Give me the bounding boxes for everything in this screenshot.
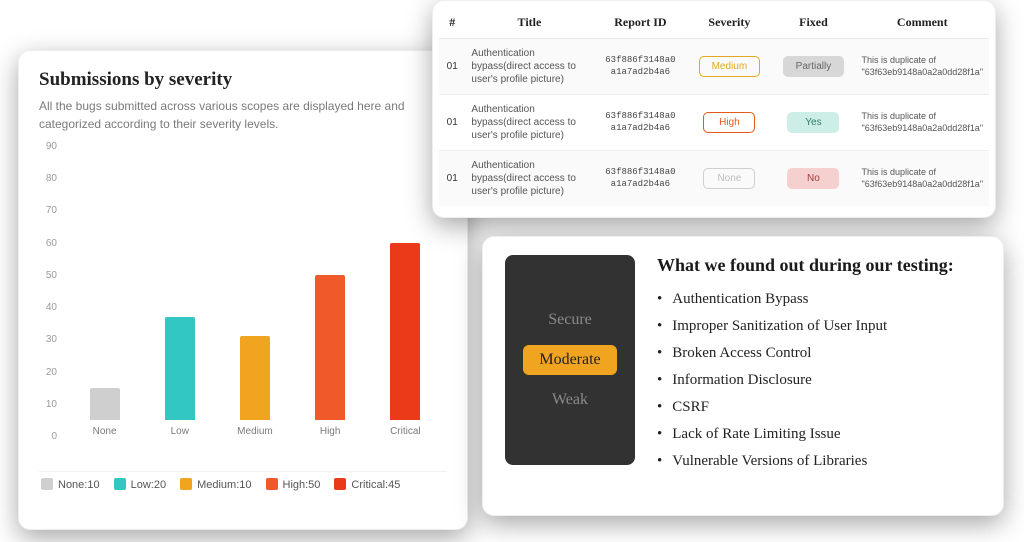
cell-index: 01 [439, 151, 465, 207]
cell-comment: This is duplicate of "63f63eb9148a0a2a0d… [856, 39, 990, 95]
bars-container: None Low Medium High Critical [67, 147, 443, 437]
bar-slot: High [299, 275, 361, 437]
legend-swatch [334, 478, 346, 490]
bar-low[interactable] [165, 317, 195, 420]
legend-item: Low:20 [114, 478, 166, 491]
bar-high[interactable] [315, 275, 345, 420]
findings-title: What we found out during our testing: [657, 255, 981, 276]
x-label: Low [171, 426, 189, 437]
bar-slot: Medium [224, 336, 286, 437]
findings-list-item: Authentication Bypass [657, 286, 981, 313]
table-header: Title [465, 7, 593, 39]
gauge-label-moderate: Moderate [523, 345, 616, 375]
legend-item: Medium:10 [180, 478, 251, 491]
chart-title: Submissions by severity [39, 69, 447, 91]
legend-item: High:50 [266, 478, 321, 491]
fixed-badge: Yes [787, 112, 839, 133]
cell-severity: None [687, 151, 771, 207]
legend-swatch [114, 478, 126, 490]
gauge-label-weak: Weak [552, 391, 588, 409]
legend-swatch [180, 478, 192, 490]
bar-slot: None [74, 388, 136, 437]
cell-severity: High [687, 95, 771, 151]
cell-title: Authentication bypass(direct access to u… [465, 95, 593, 151]
bar-none[interactable] [90, 388, 120, 420]
table-header: Report ID [593, 7, 687, 39]
chart-subtitle: All the bugs submitted across various sc… [39, 97, 447, 133]
findings-body: What we found out during our testing: Au… [657, 255, 981, 475]
cell-title: Authentication bypass(direct access to u… [465, 151, 593, 207]
bar-slot: Low [149, 317, 211, 437]
chart-card: Submissions by severity All the bugs sub… [18, 50, 468, 530]
findings-list-item: CSRF [657, 394, 981, 421]
table-header: Comment [856, 7, 990, 39]
table-row[interactable]: 01Authentication bypass(direct access to… [439, 39, 989, 95]
fixed-badge: No [787, 168, 839, 189]
findings-list-item: Vulnerable Versions of Libraries [657, 448, 981, 475]
cell-fixed: Yes [771, 95, 855, 151]
fixed-badge: Partially [783, 56, 845, 77]
cell-index: 01 [439, 39, 465, 95]
findings-list-item: Improper Sanitization of User Input [657, 313, 981, 340]
bar-critical[interactable] [390, 243, 420, 420]
cell-index: 01 [439, 95, 465, 151]
findings-list-item: Broken Access Control [657, 340, 981, 367]
x-label: High [320, 426, 341, 437]
cell-fixed: Partially [771, 39, 855, 95]
findings-card: Secure Moderate Weak What we found out d… [482, 236, 1004, 516]
bar-slot: Critical [374, 243, 436, 437]
bar-medium[interactable] [240, 336, 270, 420]
gauge-label-secure: Secure [548, 311, 592, 329]
legend-item: None:10 [41, 478, 100, 491]
legend-swatch [266, 478, 278, 490]
severity-badge: High [703, 112, 755, 133]
cell-severity: Medium [687, 39, 771, 95]
findings-list-item: Information Disclosure [657, 367, 981, 394]
cell-report-id: 63f886f3148a0a1a7ad2b4a6 [593, 95, 687, 151]
x-label: Critical [390, 426, 421, 437]
cell-comment: This is duplicate of "63f63eb9148a0a2a0d… [856, 151, 990, 207]
table-row[interactable]: 01Authentication bypass(direct access to… [439, 95, 989, 151]
chart-legend: None:10 Low:20 Medium:10 High:50 Critical:45 [39, 471, 447, 493]
findings-list: Authentication BypassImproper Sanitizati… [657, 286, 981, 475]
legend-swatch [41, 478, 53, 490]
submissions-table-card: #TitleReport IDSeverityFixedComment 01Au… [432, 0, 996, 218]
cell-title: Authentication bypass(direct access to u… [465, 39, 593, 95]
severity-badge: Medium [699, 56, 761, 77]
x-label: None [93, 426, 117, 437]
x-label: Medium [237, 426, 273, 437]
legend-item: Critical:45 [334, 478, 400, 491]
table-header: Fixed [771, 7, 855, 39]
table-header: Severity [687, 7, 771, 39]
chart-plot: 0102030405060708090NoneLowMediumHighCrit… [39, 147, 447, 467]
cell-report-id: 63f886f3148a0a1a7ad2b4a6 [593, 39, 687, 95]
cell-comment: This is duplicate of "63f63eb9148a0a2a0d… [856, 95, 990, 151]
severity-badge: None [703, 168, 755, 189]
table-row[interactable]: 01Authentication bypass(direct access to… [439, 151, 989, 207]
cell-report-id: 63f886f3148a0a1a7ad2b4a6 [593, 151, 687, 207]
findings-list-item: Lack of Rate Limiting Issue [657, 421, 981, 448]
table-header: # [439, 7, 465, 39]
security-gauge: Secure Moderate Weak [505, 255, 635, 465]
submissions-table: #TitleReport IDSeverityFixedComment 01Au… [439, 7, 989, 206]
cell-fixed: No [771, 151, 855, 207]
